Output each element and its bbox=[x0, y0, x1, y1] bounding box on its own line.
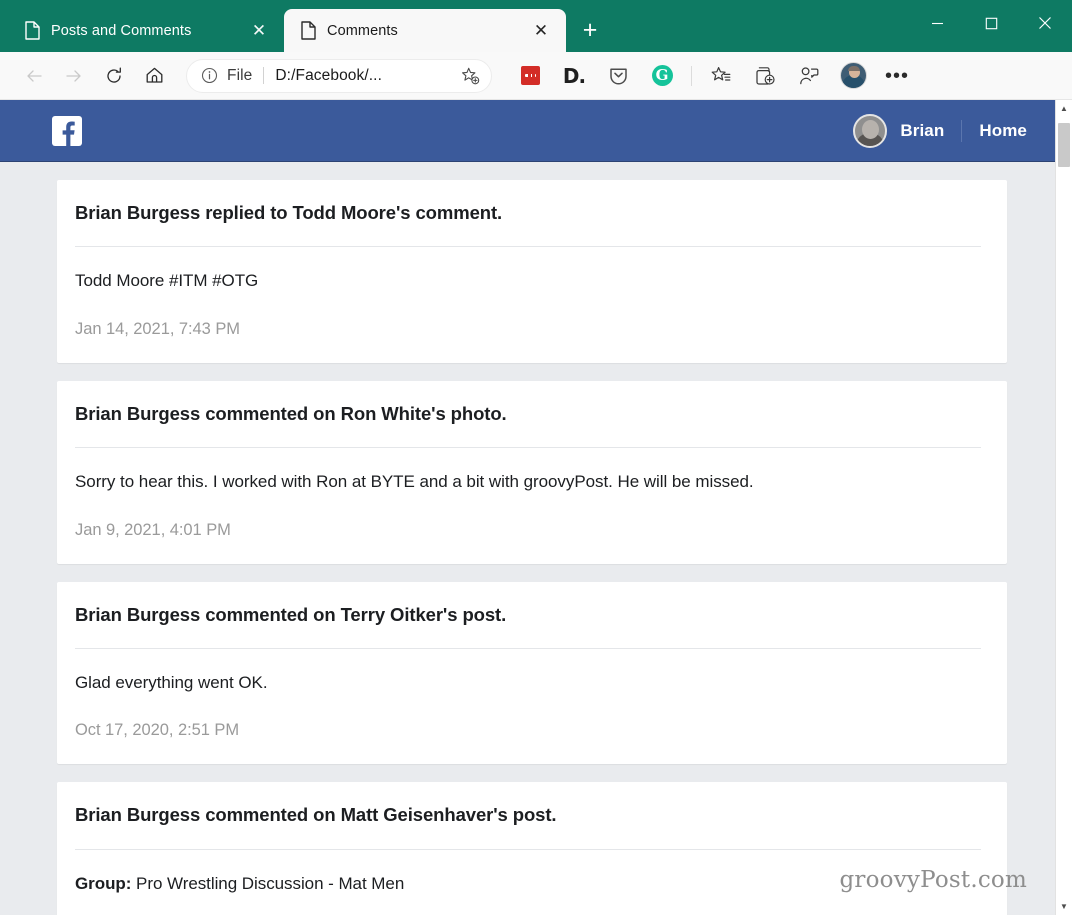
pocket-extension-icon[interactable] bbox=[596, 58, 640, 94]
card-body-label: Group: bbox=[75, 873, 132, 893]
tab-comments[interactable]: Comments ✕ bbox=[284, 9, 566, 52]
comments-feed: Brian Burgess replied to Todd Moore's co… bbox=[0, 162, 1055, 915]
card-timestamp: Oct 17, 2020, 2:51 PM bbox=[75, 721, 240, 740]
tab-posts-and-comments[interactable]: Posts and Comments ✕ bbox=[8, 9, 284, 52]
extension-toolbar: D. G ••• bbox=[508, 58, 919, 94]
back-arrow-icon[interactable] bbox=[14, 58, 54, 94]
toolbar-divider bbox=[691, 65, 692, 86]
page-scrollbar[interactable]: ▲ ▼ bbox=[1055, 100, 1072, 915]
card-title: Brian Burgess commented on Terry Oitker'… bbox=[75, 603, 507, 625]
info-circle-icon[interactable] bbox=[201, 67, 218, 84]
forward-arrow-icon[interactable] bbox=[54, 58, 94, 94]
comment-card: Brian Burgess commented on Ron White's p… bbox=[57, 380, 1007, 564]
browser-toolbar: File D:/Facebook/... D. G ••• bbox=[0, 52, 1072, 100]
card-body-text: Glad everything went OK. bbox=[75, 672, 268, 692]
card-body-line: Glad everything went OK. bbox=[75, 671, 981, 696]
title-bar: Posts and Comments ✕ Comments ✕ + bbox=[0, 0, 1072, 52]
facebook-home-link[interactable]: Home bbox=[979, 121, 1027, 141]
scroll-down-arrow-icon[interactable]: ▼ bbox=[1056, 898, 1072, 915]
star-add-icon[interactable] bbox=[457, 63, 483, 89]
share-icon[interactable] bbox=[787, 58, 831, 94]
card-body-text: Todd Moore #ITM #OTG bbox=[75, 271, 259, 291]
profile-avatar[interactable] bbox=[831, 58, 875, 94]
tab-strip: Posts and Comments ✕ Comments ✕ + bbox=[0, 0, 608, 52]
facebook-user-name[interactable]: Brian bbox=[900, 121, 944, 141]
window-controls bbox=[910, 0, 1072, 46]
card-body-text: Sorry to hear this. I worked with Ron at… bbox=[75, 472, 754, 492]
card-divider bbox=[75, 848, 981, 850]
collections-add-icon[interactable] bbox=[743, 58, 787, 94]
scrollbar-track[interactable] bbox=[1056, 117, 1072, 898]
dashlane-label: D. bbox=[562, 63, 586, 88]
address-url-text[interactable]: D:/Facebook/... bbox=[275, 67, 457, 85]
address-separator bbox=[263, 67, 265, 84]
dashlane-extension-icon[interactable]: D. bbox=[552, 58, 596, 94]
page-viewport: Brian Home Brian Burgess replied to Todd… bbox=[0, 100, 1072, 915]
lastpass-extension-icon[interactable] bbox=[508, 58, 552, 94]
card-body-text: Pro Wrestling Discussion - Mat Men bbox=[136, 873, 405, 893]
facebook-header-divider bbox=[961, 119, 963, 142]
card-timestamp: Jan 14, 2021, 7:43 PM bbox=[75, 319, 240, 338]
comment-card: Brian Burgess replied to Todd Moore's co… bbox=[57, 180, 1007, 363]
facebook-page: Brian Home Brian Burgess replied to Todd… bbox=[0, 100, 1055, 915]
scroll-up-arrow-icon[interactable]: ▲ bbox=[1056, 100, 1072, 117]
card-body-line: Sorry to hear this. I worked with Ron at… bbox=[75, 470, 981, 495]
page-icon bbox=[24, 21, 41, 40]
grammarly-label: G bbox=[651, 65, 673, 86]
tab-title: Comments bbox=[327, 22, 398, 39]
facebook-header-bar: Brian Home bbox=[0, 100, 1055, 162]
close-icon[interactable]: ✕ bbox=[246, 18, 272, 44]
grammarly-extension-icon[interactable]: G bbox=[640, 58, 684, 94]
settings-label: ••• bbox=[884, 64, 909, 87]
facebook-header-right: Brian Home bbox=[853, 113, 1037, 148]
favorites-icon[interactable] bbox=[699, 58, 743, 94]
card-body-line: Group: Pro Wrestling Discussion - Mat Me… bbox=[75, 872, 981, 897]
browser-window: Posts and Comments ✕ Comments ✕ + File D… bbox=[0, 0, 1072, 915]
avatar[interactable] bbox=[853, 113, 888, 148]
tab-title: Posts and Comments bbox=[51, 22, 192, 39]
comment-card: Brian Burgess commented on Matt Geisenha… bbox=[57, 782, 1007, 915]
card-divider bbox=[75, 647, 981, 649]
refresh-icon[interactable] bbox=[94, 58, 134, 94]
card-timestamp: Jan 9, 2021, 4:01 PM bbox=[75, 520, 231, 539]
card-divider bbox=[75, 246, 981, 248]
page-icon bbox=[300, 21, 317, 40]
maximize-button[interactable] bbox=[964, 0, 1018, 46]
facebook-f-logo[interactable] bbox=[52, 115, 82, 146]
address-scheme-label: File bbox=[227, 66, 253, 84]
card-title: Brian Burgess commented on Matt Geisenha… bbox=[75, 804, 557, 826]
settings-and-more-button[interactable]: ••• bbox=[875, 58, 919, 94]
card-divider bbox=[75, 447, 981, 449]
card-body-line: Todd Moore #ITM #OTG bbox=[75, 269, 981, 294]
minimize-button[interactable] bbox=[910, 0, 964, 46]
new-tab-button[interactable]: + bbox=[572, 12, 608, 48]
comment-card: Brian Burgess commented on Terry Oitker'… bbox=[57, 581, 1007, 765]
close-icon[interactable]: ✕ bbox=[528, 18, 554, 44]
address-bar[interactable]: File D:/Facebook/... bbox=[186, 58, 492, 93]
card-title: Brian Burgess commented on Ron White's p… bbox=[75, 402, 507, 424]
close-button[interactable] bbox=[1018, 0, 1072, 46]
card-title: Brian Burgess replied to Todd Moore's co… bbox=[75, 202, 503, 223]
home-icon[interactable] bbox=[134, 58, 174, 94]
scrollbar-thumb[interactable] bbox=[1058, 123, 1070, 167]
